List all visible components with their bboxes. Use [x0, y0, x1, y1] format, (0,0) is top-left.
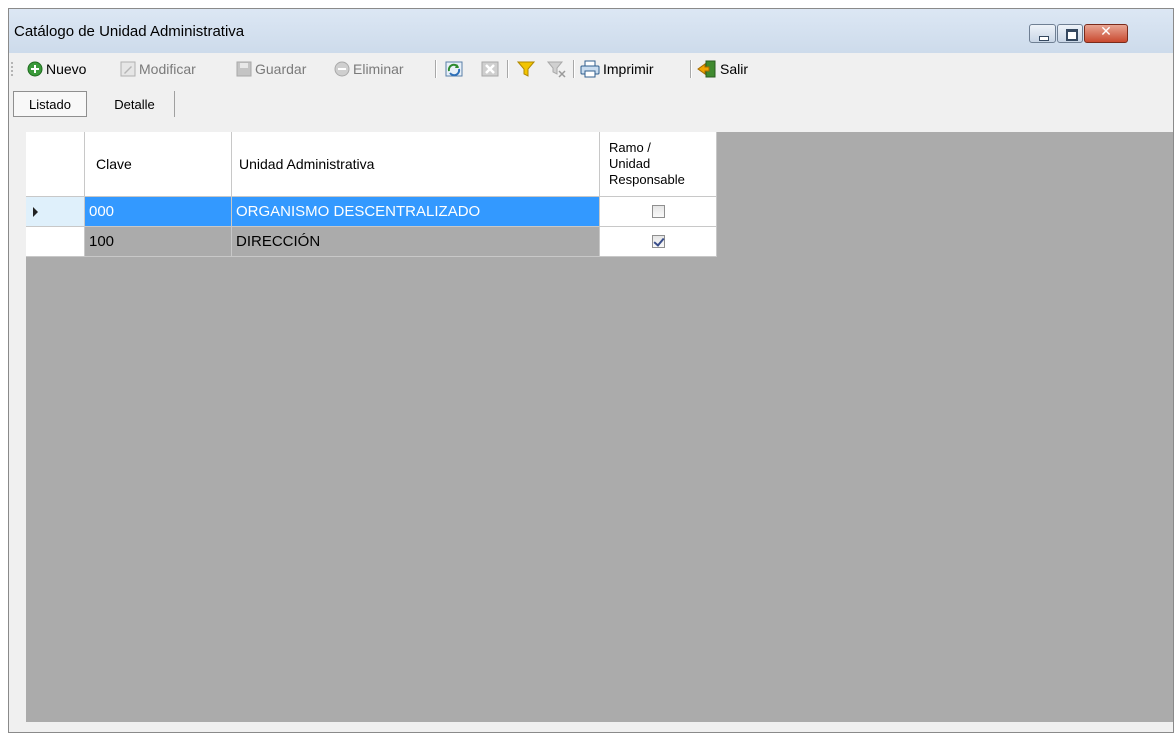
printer-icon — [580, 60, 600, 78]
nuevo-label: Nuevo — [46, 61, 87, 77]
modificar-button[interactable]: Modificar — [120, 58, 196, 80]
cell-unidad[interactable]: DIRECCIÓN — [232, 227, 600, 257]
cancel-icon — [481, 61, 499, 77]
close-button[interactable]: ✕ — [1084, 24, 1128, 43]
column-header-clave[interactable]: Clave — [85, 132, 232, 197]
guardar-label: Guardar — [255, 61, 307, 77]
delete-icon — [334, 61, 350, 77]
window-title: Catálogo de Unidad Administrativa — [14, 23, 245, 40]
nuevo-button[interactable]: Nuevo — [27, 58, 86, 80]
row-header[interactable] — [26, 197, 85, 227]
tab-strip: Listado Detalle — [9, 87, 1173, 127]
modificar-label: Modificar — [139, 61, 196, 77]
eliminar-button[interactable]: Eliminar — [334, 58, 404, 80]
main-window: Catálogo de Unidad Administrativa ✕ Nuev… — [8, 8, 1174, 733]
tab-detalle[interactable]: Detalle — [95, 91, 175, 117]
minimize-button[interactable] — [1029, 24, 1056, 43]
table-row[interactable]: 000 ORGANISMO DESCENTRALIZADO — [26, 197, 717, 227]
tab-listado[interactable]: Listado — [13, 91, 87, 117]
data-grid[interactable]: Clave Unidad Administrativa Ramo / Unida… — [26, 132, 1173, 722]
imprimir-label: Imprimir — [603, 61, 654, 77]
toolbar-grip[interactable] — [11, 61, 13, 77]
clear-filter-button[interactable] — [547, 58, 570, 80]
salir-button[interactable]: Salir — [697, 58, 748, 80]
table-row[interactable]: 100 DIRECCIÓN — [26, 227, 717, 257]
cell-unidad[interactable]: ORGANISMO DESCENTRALIZADO — [232, 197, 600, 227]
close-icon: ✕ — [1100, 24, 1112, 40]
row-header-corner[interactable] — [26, 132, 85, 197]
save-icon — [236, 61, 252, 77]
toolbar: Nuevo Modificar Guardar Eliminar Imprimi… — [9, 54, 1173, 84]
imprimir-button[interactable]: Imprimir — [580, 58, 654, 80]
cell-clave[interactable]: 100 — [85, 227, 232, 257]
clear-filter-icon — [547, 61, 566, 78]
column-header-unidad[interactable]: Unidad Administrativa — [232, 132, 600, 197]
cell-clave[interactable]: 000 — [85, 197, 232, 227]
add-icon — [27, 61, 43, 77]
maximize-icon — [1066, 29, 1078, 41]
title-bar[interactable]: Catálogo de Unidad Administrativa ✕ — [9, 9, 1173, 53]
eliminar-label: Eliminar — [353, 61, 404, 77]
maximize-button[interactable] — [1057, 24, 1083, 43]
cancel-button[interactable] — [481, 58, 502, 80]
guardar-button[interactable]: Guardar — [236, 58, 306, 80]
minimize-icon — [1039, 36, 1049, 41]
cell-ramo[interactable] — [600, 197, 717, 227]
filter-icon — [517, 61, 535, 77]
row-header[interactable] — [26, 227, 85, 257]
refresh-button[interactable] — [445, 58, 466, 80]
current-row-icon — [33, 206, 38, 217]
salir-label: Salir — [720, 61, 749, 77]
edit-icon — [120, 61, 136, 77]
ramo-checkbox[interactable] — [651, 205, 665, 218]
cell-ramo[interactable] — [600, 227, 717, 257]
column-header-ramo[interactable]: Ramo / Unidad Responsable — [600, 132, 717, 197]
filter-button[interactable] — [517, 58, 538, 80]
refresh-icon — [445, 61, 463, 77]
ramo-checkbox[interactable] — [651, 235, 665, 248]
exit-icon — [697, 60, 716, 78]
